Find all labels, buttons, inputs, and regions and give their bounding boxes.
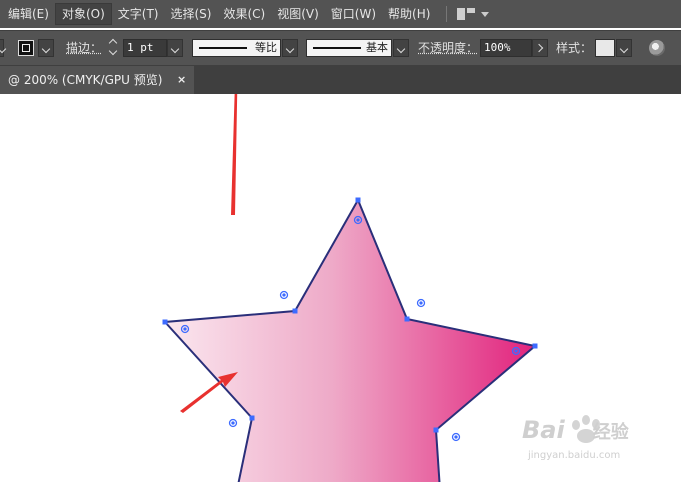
menu-item-7[interactable]: 帮助(H) xyxy=(382,4,436,24)
menu-separator xyxy=(446,6,448,22)
stroke-color-dropdown[interactable] xyxy=(38,39,54,57)
menu-items: 编辑(E) 对象(O) 文字(T) 选择(S) 效果(C) 视图(V) 窗口(W) 帮助(H) xyxy=(2,3,436,25)
watermark-url: jingyan.baidu.com xyxy=(528,450,621,461)
opacity-arrow[interactable] xyxy=(532,39,548,57)
menu-item-1[interactable]: 对象(O) xyxy=(54,3,112,25)
recolor-artwork-icon[interactable] xyxy=(649,40,665,56)
anchor-point[interactable] xyxy=(162,319,168,325)
brush-definition[interactable]: 基本 xyxy=(306,39,392,57)
document-tab[interactable]: @ 200% (CMYK/GPU 预览) × xyxy=(0,66,194,94)
stroke-color-swatch[interactable] xyxy=(18,40,34,56)
watermark-brand: Bai 经验 xyxy=(522,416,629,444)
brush-label: 基本 xyxy=(366,41,388,54)
menu-item-6[interactable]: 窗口(W) xyxy=(325,4,382,24)
control-bar: 描边： 1 pt 等比 基本 不透明度： 100% 样式： xyxy=(0,30,681,66)
star-shape[interactable] xyxy=(162,197,538,482)
anchor-point[interactable] xyxy=(292,308,298,314)
menu-item-5[interactable]: 视图(V) xyxy=(271,4,325,24)
graphic-style-swatch[interactable] xyxy=(595,39,615,57)
live-corner-widget[interactable] xyxy=(228,418,238,428)
chevron-down-icon[interactable] xyxy=(481,11,490,17)
style-label: 样式： xyxy=(556,41,593,55)
live-corner-widget[interactable] xyxy=(451,432,461,442)
workspace-layout-icon[interactable] xyxy=(457,8,476,20)
menu-item-2[interactable]: 文字(T) xyxy=(112,4,165,24)
stroke-label[interactable]: 描边： xyxy=(66,39,102,57)
menu-item-3[interactable]: 选择(S) xyxy=(164,4,217,24)
variable-width-profile[interactable]: 等比 xyxy=(192,39,281,57)
anchor-point[interactable] xyxy=(404,316,410,322)
opacity-label[interactable]: 不透明度： xyxy=(418,39,478,57)
opacity-field[interactable]: 100% xyxy=(480,39,532,57)
menu-item-4[interactable]: 效果(C) xyxy=(217,4,271,24)
up-arrow-annotation xyxy=(231,94,238,215)
graphic-style-dropdown[interactable] xyxy=(616,39,632,57)
document-tab-title: @ 200% (CMYK/GPU 预览) xyxy=(8,73,163,87)
stroke-weight-field[interactable]: 1 pt xyxy=(123,39,167,57)
anchor-point[interactable] xyxy=(532,343,538,349)
fill-dropdown[interactable] xyxy=(0,39,4,57)
artboard-canvas[interactable]: Bai 经验 jingyan.baidu.com xyxy=(0,94,681,482)
anchor-point[interactable] xyxy=(355,197,361,203)
anchor-point[interactable] xyxy=(249,415,255,421)
variable-width-label: 等比 xyxy=(255,41,277,54)
menu-item-0[interactable]: 编辑(E) xyxy=(2,4,55,24)
anchor-point[interactable] xyxy=(433,427,439,433)
variable-width-dropdown[interactable] xyxy=(282,39,298,57)
live-corner-widget[interactable] xyxy=(416,298,426,308)
brush-dropdown[interactable] xyxy=(393,39,409,57)
stroke-weight-dropdown[interactable] xyxy=(167,39,183,57)
document-tab-bar: @ 200% (CMYK/GPU 预览) × xyxy=(0,66,681,94)
close-icon[interactable]: × xyxy=(177,66,186,94)
stroke-stepper[interactable] xyxy=(108,38,120,57)
live-corner-widget[interactable] xyxy=(279,290,289,300)
menu-bar: 编辑(E) 对象(O) 文字(T) 选择(S) 效果(C) 视图(V) 窗口(W) 帮助(H) xyxy=(0,0,681,28)
